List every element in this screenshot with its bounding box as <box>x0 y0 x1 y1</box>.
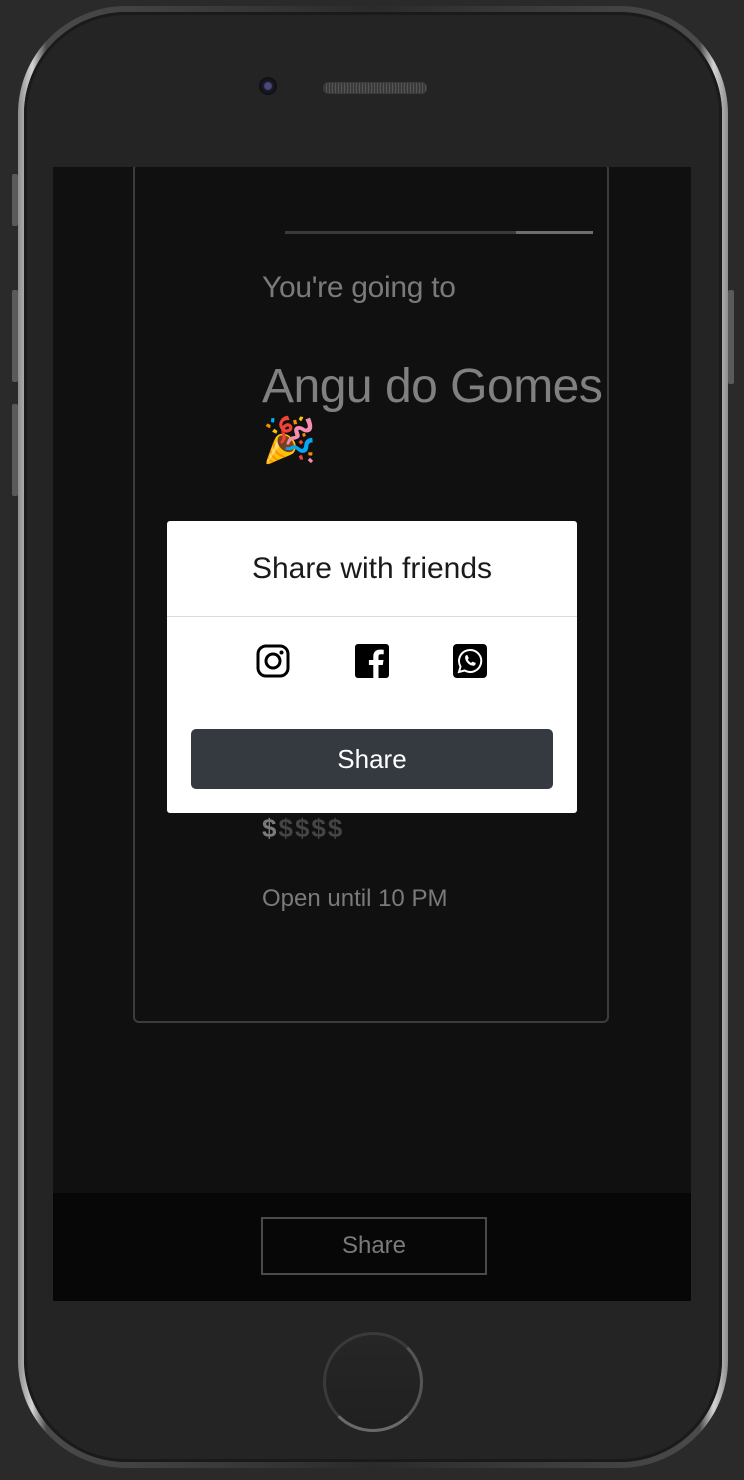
progress-fill <box>516 231 593 234</box>
instagram-icon[interactable] <box>253 641 293 681</box>
share-modal: Share with friends Share <box>167 521 577 813</box>
facebook-icon[interactable] <box>352 641 392 681</box>
party-popper-icon: 🎉 <box>262 416 317 465</box>
app-screen: You're going to Angu do Gomes 🎉 $$$$$ Op… <box>53 167 691 1301</box>
price-symbol: $ <box>311 813 328 843</box>
mute-switch <box>12 174 18 226</box>
price-symbol: $ <box>278 813 295 843</box>
price-symbol: $ <box>327 813 345 843</box>
volume-down-button <box>12 404 18 496</box>
progress-bar <box>285 231 593 234</box>
front-camera <box>259 77 277 95</box>
earpiece-speaker <box>323 82 427 94</box>
price-symbol: $ <box>294 813 312 843</box>
modal-title: Share with friends <box>167 521 577 617</box>
share-button[interactable]: Share <box>261 1217 487 1275</box>
opening-hours: Open until 10 PM <box>262 885 448 912</box>
modal-share-button[interactable]: Share <box>191 729 553 789</box>
volume-up-button <box>12 290 18 382</box>
price-level: $$$$$ <box>262 813 344 844</box>
price-symbol: $ <box>262 813 279 843</box>
power-button <box>728 290 734 384</box>
going-to-label: You're going to <box>262 271 456 304</box>
whatsapp-icon[interactable] <box>450 641 490 681</box>
venue-name: Angu do Gomes <box>262 360 603 413</box>
bottom-bar: Share <box>53 1193 691 1301</box>
home-button[interactable] <box>323 1332 423 1432</box>
